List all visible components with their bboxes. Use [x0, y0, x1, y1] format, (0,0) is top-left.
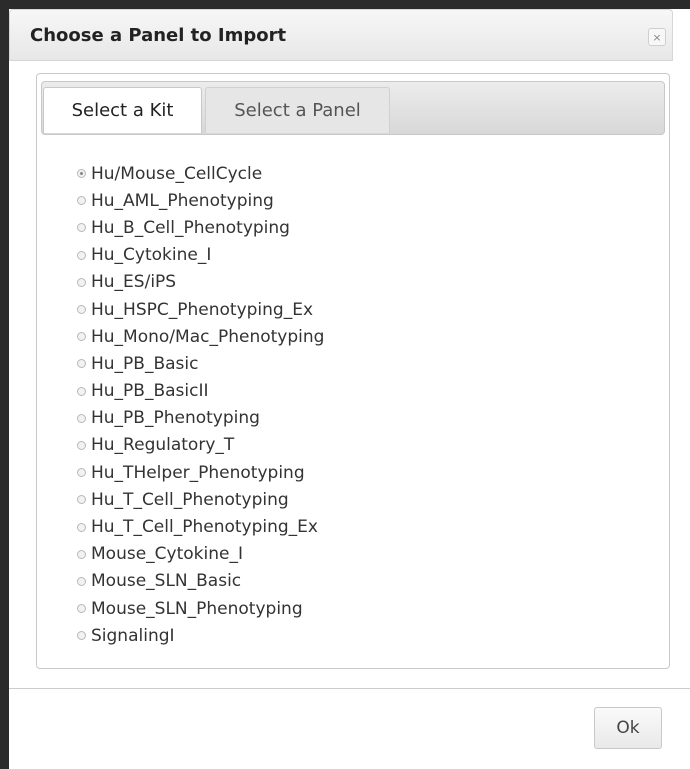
kit-option-label: Hu_PB_Basic — [91, 353, 199, 374]
radio-button-icon[interactable] — [77, 250, 86, 260]
radio-button-icon[interactable] — [77, 169, 86, 179]
kit-option-label: Mouse_SLN_Basic — [91, 571, 242, 592]
dialog-title: Choose a Panel to Import — [30, 25, 287, 46]
kit-option[interactable]: Mouse_SLN_Phenotyping — [77, 595, 324, 622]
kit-option[interactable]: Hu_AML_Phenotyping — [77, 187, 324, 214]
kit-option[interactable]: Hu_Mono/Mac_Phenotyping — [77, 323, 324, 350]
tab-select-a-panel[interactable]: Select a Panel — [205, 87, 390, 133]
kit-option-label: Hu_Regulatory_T — [91, 435, 235, 456]
dialog-titlebar: Choose a Panel to Import × — [9, 9, 673, 61]
kit-option[interactable]: Hu_B_Cell_Phenotyping — [77, 214, 324, 241]
radio-button-icon[interactable] — [77, 604, 86, 614]
radio-button-icon[interactable] — [77, 522, 86, 532]
kit-option-label: Hu_Mono/Mac_Phenotyping — [91, 326, 325, 347]
kit-option[interactable]: SignalingI — [77, 622, 324, 649]
radio-button-icon[interactable] — [77, 332, 86, 342]
close-button[interactable]: × — [648, 28, 666, 46]
kit-option[interactable]: Hu_PB_Phenotyping — [77, 405, 324, 432]
kit-option[interactable]: Hu_HSPC_Phenotyping_Ex — [77, 296, 324, 323]
radio-button-icon[interactable] — [77, 413, 86, 423]
kit-option[interactable]: Hu/Mouse_CellCycle — [77, 160, 324, 187]
kit-option-label: Hu_HSPC_Phenotyping_Ex — [91, 299, 314, 320]
kit-option-label: Hu_Cytokine_I — [91, 245, 212, 266]
kit-option-label: Hu_ES/iPS — [91, 272, 177, 293]
kit-option-label: Mouse_SLN_Phenotyping — [91, 598, 303, 619]
kit-option-label: Mouse_Cytokine_I — [91, 544, 243, 565]
kit-selection-panel: Select a Kit Select a Panel Hu/Mouse_Cel… — [36, 73, 670, 669]
kit-option[interactable]: Hu_T_Cell_Phenotyping_Ex — [77, 513, 324, 540]
page: Choose a Panel to Import × Select a Kit … — [0, 0, 690, 769]
footer-divider — [9, 688, 690, 689]
kit-option[interactable]: Hu_ES/iPS — [77, 269, 324, 296]
radio-button-icon[interactable] — [77, 386, 86, 396]
radio-button-icon[interactable] — [77, 359, 86, 369]
radio-button-icon[interactable] — [77, 305, 86, 315]
kit-option-label: Hu_AML_Phenotyping — [91, 190, 274, 211]
kit-option[interactable]: Mouse_Cytokine_I — [77, 541, 324, 568]
kit-option-label: Hu_PB_Phenotyping — [91, 408, 260, 429]
tab-select-a-kit[interactable]: Select a Kit — [43, 87, 202, 133]
tab-bar: Select a Kit Select a Panel — [41, 81, 665, 135]
kit-option-label: Hu/Mouse_CellCycle — [91, 163, 263, 184]
radio-button-icon[interactable] — [77, 631, 86, 641]
radio-button-icon[interactable] — [77, 576, 86, 586]
radio-button-icon[interactable] — [77, 440, 86, 450]
radio-button-icon[interactable] — [77, 549, 86, 559]
kit-option[interactable]: Hu_THelper_Phenotyping — [77, 459, 324, 486]
kit-option-label: Hu_THelper_Phenotyping — [91, 462, 305, 483]
kit-option[interactable]: Hu_PB_BasicII — [77, 378, 324, 405]
kit-option-label: Hu_B_Cell_Phenotyping — [91, 217, 290, 238]
radio-button-icon[interactable] — [77, 223, 86, 233]
ok-button[interactable]: Ok — [594, 707, 662, 749]
kit-option-label: Hu_T_Cell_Phenotyping — [91, 489, 289, 510]
kit-option[interactable]: Hu_PB_Basic — [77, 350, 324, 377]
kit-option-label: Hu_T_Cell_Phenotyping_Ex — [91, 517, 318, 538]
close-icon: × — [652, 30, 662, 44]
window-frame-top — [0, 0, 690, 9]
kit-option-label: SignalingI — [91, 625, 175, 646]
kit-option[interactable]: Hu_T_Cell_Phenotyping — [77, 486, 324, 513]
radio-button-icon[interactable] — [77, 468, 86, 478]
kit-radio-list: Hu/Mouse_CellCycle Hu_AML_Phenotyping Hu_B… — [77, 160, 324, 649]
kit-option-label: Hu_PB_BasicII — [91, 381, 209, 402]
window-frame-left — [0, 0, 9, 769]
kit-option[interactable]: Mouse_SLN_Basic — [77, 568, 324, 595]
kit-option[interactable]: Hu_Cytokine_I — [77, 242, 324, 269]
radio-button-icon[interactable] — [77, 495, 86, 505]
radio-button-icon[interactable] — [77, 277, 86, 287]
kit-option[interactable]: Hu_Regulatory_T — [77, 432, 324, 459]
radio-button-icon[interactable] — [77, 196, 86, 206]
